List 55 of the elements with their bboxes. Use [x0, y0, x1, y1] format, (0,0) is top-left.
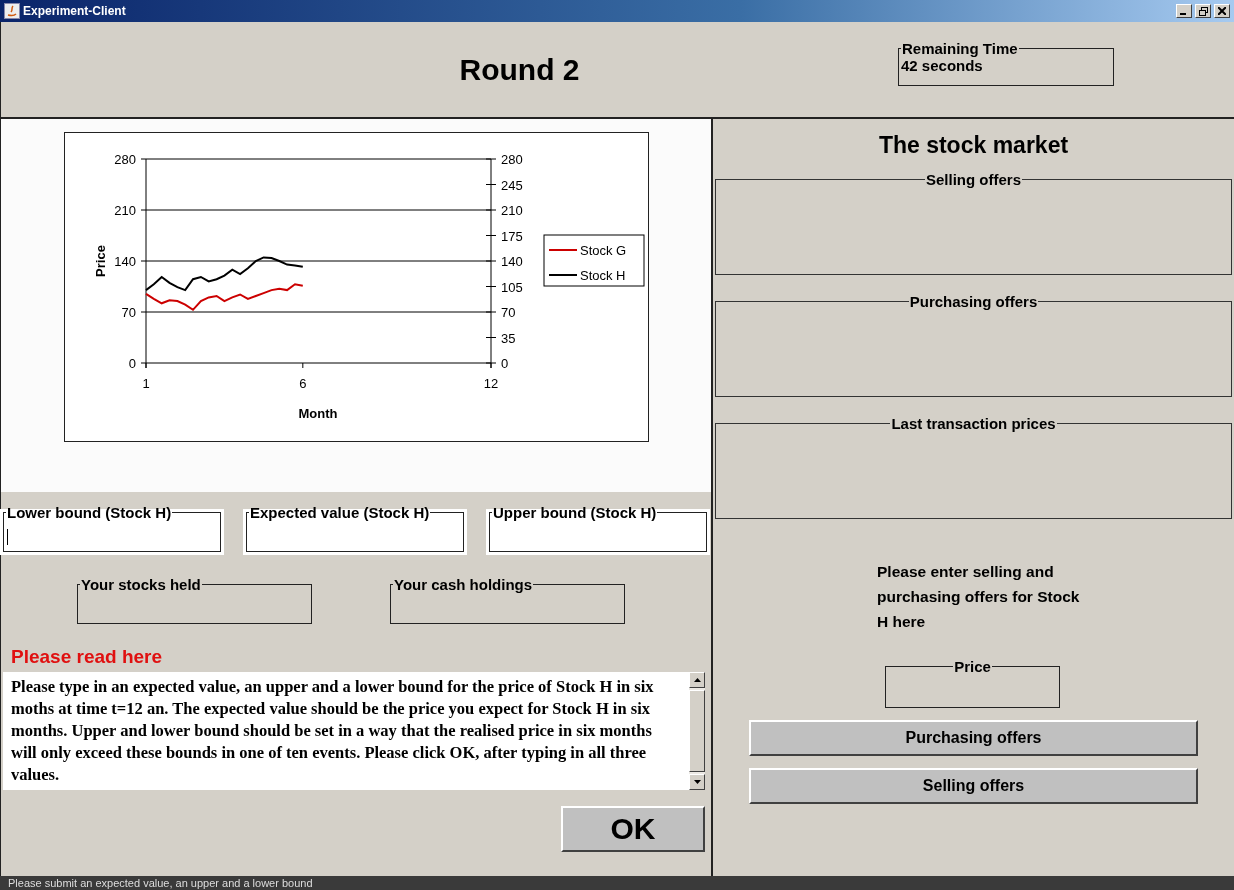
axis-tick-label: 70 [501, 305, 516, 320]
list-label: Last transaction prices [890, 415, 1057, 432]
y-axis-title: Price [93, 245, 108, 277]
holdings-label: Your cash holdings [393, 576, 534, 593]
axis-tick-label: 245 [501, 177, 523, 193]
field-label: Upper bound (Stock H) [492, 504, 658, 521]
remaining-time-label: Remaining Time [901, 39, 1019, 57]
list-label: Purchasing offers [908, 293, 1039, 310]
offer-button[interactable]: Selling offers [749, 768, 1198, 804]
minimize-button[interactable] [1176, 4, 1192, 18]
price-label: Price [953, 658, 992, 675]
axis-tick-label: 35 [501, 330, 516, 346]
close-button[interactable] [1214, 4, 1230, 18]
axis-tick-label: 280 [501, 152, 523, 167]
field-label: Expected value (Stock H) [249, 504, 431, 521]
estimate-field[interactable]: Lower bound (Stock H) [3, 504, 221, 552]
round-title: Round 2 [458, 52, 581, 87]
app-icon [4, 3, 20, 19]
axis-tick-label: 12 [483, 376, 499, 391]
list-label: Selling offers [925, 171, 1022, 188]
axis-tick-label: 6 [299, 376, 307, 391]
remaining-time-value: 42 seconds [901, 56, 983, 74]
x-axis-title: Month [298, 406, 338, 421]
scroll-up-icon [693, 678, 701, 682]
status-bar: Please submit an expected value, an upper and a lower bound [0, 876, 1234, 890]
offer-button[interactable]: Purchasing offers [749, 720, 1198, 756]
scroll-down-icon [693, 780, 701, 784]
estimate-field[interactable]: Expected value (Stock H) [246, 504, 464, 552]
axis-tick-label: 70 [121, 305, 136, 320]
axis-tick-label: 0 [128, 356, 136, 371]
restore-button[interactable] [1195, 4, 1211, 18]
instructions-heading: Please read here [10, 645, 164, 669]
window-title: Experiment-Client [23, 4, 126, 18]
axis-tick-label: 175 [501, 228, 523, 244]
scrollbar[interactable] [689, 672, 705, 790]
holdings-label: Your stocks held [80, 576, 202, 593]
axis-tick-label: 210 [114, 203, 136, 218]
axis-tick-label: 105 [501, 279, 523, 295]
ok-button[interactable]: OK [561, 806, 705, 852]
instructions-text: Please type in an expected value, an upper and a lower bound for the price of Stock H in six moths at time t=12 an. The expected value should be the price you expect for Stock H in six months. Upper and lower bound should be set in a way that the realised price in six months will only exceed these bounds in one of ten events. Please click OK, after typing in all three values. [3, 672, 689, 790]
axis-tick-label: 210 [501, 203, 523, 218]
axis-tick-label: 1 [142, 376, 150, 391]
axis-tick-label: 0 [501, 356, 509, 371]
market-prompt: Please enter selling and purchasing offers for Stock H here [877, 562, 1081, 632]
axis-tick-label: 280 [114, 152, 136, 167]
close-icon [1218, 7, 1226, 15]
axis-tick-label: 140 [114, 254, 136, 269]
legend-label: Stock H [580, 268, 626, 283]
axis-tick-label: 140 [501, 254, 523, 269]
market-title: The stock market [877, 131, 1070, 160]
estimate-field[interactable]: Upper bound (Stock H) [489, 504, 707, 552]
price-field[interactable]: Price [885, 658, 1060, 708]
legend-label: Stock G [580, 243, 627, 258]
restore-icon [1198, 6, 1208, 16]
field-label: Lower bound (Stock H) [6, 504, 173, 521]
